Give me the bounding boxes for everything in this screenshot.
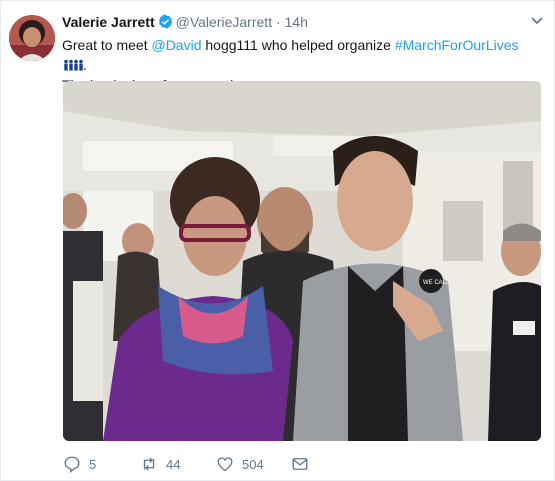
people-emoji-icon (64, 59, 83, 71)
separator-dot: · (275, 14, 281, 30)
reply-icon (64, 456, 80, 473)
tweet-photo[interactable]: WE CALL (63, 81, 541, 441)
avatar-image (9, 15, 55, 61)
retweet-button[interactable]: 44 (140, 453, 180, 475)
text-mid: hogg111 who helped organize (201, 37, 395, 53)
display-name[interactable]: Valerie Jarrett (62, 14, 155, 30)
user-handle[interactable]: @ValerieJarrett (176, 14, 272, 30)
mention-link[interactable]: @David (151, 37, 201, 53)
button-pin-text: WE CALL (423, 280, 450, 286)
like-icon (217, 457, 233, 472)
message-icon (292, 458, 308, 470)
tweet-text-line-1: Great to meet @David hogg111 who helped … (62, 35, 532, 75)
verified-badge-icon (158, 14, 172, 29)
hashtag-link[interactable]: #MarchForOurLives (395, 37, 519, 53)
retweet-count: 44 (166, 456, 181, 472)
chevron-down-icon[interactable] (530, 15, 544, 27)
reply-button[interactable]: 5 (63, 453, 96, 475)
retweet-icon (143, 457, 155, 471)
tweet-card[interactable]: Valerie Jarrett @ValerieJarrett · 14h Gre… (0, 0, 555, 481)
direct-message-button[interactable] (291, 453, 317, 475)
text-pre: Great to meet (62, 37, 152, 53)
tweet-header: Valerie Jarrett @ValerieJarrett · 14h (62, 13, 524, 33)
like-button[interactable]: 504 (216, 453, 264, 475)
avatar[interactable] (9, 15, 55, 61)
reply-count: 5 (89, 456, 97, 472)
text-post: . (83, 57, 87, 73)
timestamp[interactable]: 14h (285, 14, 308, 30)
photo-illustration: WE CALL (63, 81, 541, 441)
like-count: 504 (242, 456, 264, 472)
